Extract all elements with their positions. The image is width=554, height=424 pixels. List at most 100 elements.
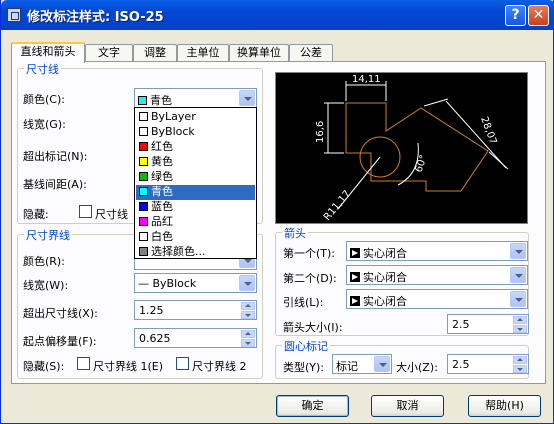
dim-color-select[interactable]: 青色 xyxy=(134,88,257,108)
chevron-down-icon[interactable] xyxy=(239,90,255,106)
tab-tolerances[interactable]: 公差 xyxy=(289,44,333,62)
tab-fit[interactable]: 调整 xyxy=(133,44,177,62)
arrow-size-label: 箭头大小(I): xyxy=(283,321,343,334)
arrow-leader-label: 引线(L): xyxy=(283,296,324,309)
arrow-first-value: 实心闭合 xyxy=(363,247,407,260)
dim-baseline-label: 基线间距(A): xyxy=(23,178,87,191)
color-swatch-icon xyxy=(139,112,148,121)
ext-lineweight-value: — ByBlock xyxy=(138,277,197,290)
color-option[interactable]: 青色 xyxy=(136,185,255,200)
chevron-down-icon[interactable] xyxy=(510,243,526,259)
color-option-label: 蓝色 xyxy=(151,200,173,213)
color-swatch-icon xyxy=(139,142,148,151)
ext-offset-value: 0.625 xyxy=(139,332,171,345)
center-type-label: 类型(Y): xyxy=(283,361,325,374)
color-option-label: ByBlock xyxy=(151,125,195,138)
app-icon xyxy=(7,8,21,22)
dim-extend-label: 超出标记(N): xyxy=(23,150,88,163)
color-option[interactable]: 蓝色 xyxy=(136,200,255,215)
ext-suppress-label: 隐藏(S): xyxy=(23,360,65,373)
color-option-label: ByLayer xyxy=(151,110,196,123)
ext-line1-checkbox-label: 尺寸界线 1(E) xyxy=(93,360,164,373)
spin-down-icon[interactable] xyxy=(241,339,255,347)
arrow-leader-select[interactable]: 实心闭合 xyxy=(346,289,528,309)
closed-arrow-icon xyxy=(350,248,360,258)
color-option[interactable]: 绿色 xyxy=(136,170,255,185)
center-size-label: 大小(Z): xyxy=(396,361,438,374)
spin-down-icon[interactable] xyxy=(513,365,527,373)
arrow-second-label: 第二个(D): xyxy=(283,272,337,285)
ext-color-label: 颜色(R): xyxy=(23,255,65,268)
color-option[interactable]: 选择颜色... xyxy=(136,245,255,260)
arrow-second-value: 实心闭合 xyxy=(363,271,407,284)
dim-line-checkbox-label: 尺寸线 xyxy=(95,208,128,221)
chevron-down-icon[interactable] xyxy=(510,267,526,283)
color-option-label: 选择颜色... xyxy=(151,245,206,258)
arrow-size-value: 2.5 xyxy=(452,318,470,331)
dialog-window: 修改标注样式: ISO-25 ? ✕ 直线和箭头 文字 调整 主单位 换算单位 … xyxy=(0,0,554,424)
spin-down-icon[interactable] xyxy=(241,311,255,319)
chevron-down-icon[interactable] xyxy=(374,356,390,372)
dim-line-checkbox[interactable] xyxy=(79,205,92,218)
ext-lineweight-label: 线宽(W): xyxy=(23,279,69,292)
color-option[interactable]: 白色 xyxy=(136,230,255,245)
color-option[interactable]: 黄色 xyxy=(136,155,255,170)
ext-line2-checkbox[interactable] xyxy=(176,357,189,370)
color-swatch-icon xyxy=(139,127,148,136)
spin-up-icon[interactable] xyxy=(241,302,255,310)
dim-color-value: 青色 xyxy=(150,94,172,107)
close-button[interactable]: ✕ xyxy=(528,5,549,26)
color-option[interactable]: 红色 xyxy=(136,140,255,155)
ext-lines-title: 尺寸界线 xyxy=(24,227,72,243)
arrow-second-select[interactable]: 实心闭合 xyxy=(346,265,528,285)
tab-alternate-units[interactable]: 换算单位 xyxy=(229,44,289,62)
color-swatch-icon xyxy=(139,217,148,226)
arrowheads-title: 箭头 xyxy=(282,225,308,241)
center-type-value: 标记 xyxy=(336,360,358,373)
color-option[interactable]: ByLayer xyxy=(136,110,255,125)
ok-button[interactable]: 确定 xyxy=(276,395,349,417)
title-bar[interactable]: 修改标注样式: ISO-25 ? ✕ xyxy=(1,0,554,30)
dim-lines-title: 尺寸线 xyxy=(24,61,61,77)
color-option-label: 白色 xyxy=(151,230,173,243)
color-option-label: 红色 xyxy=(151,140,173,153)
preview-dim-angle: 60° xyxy=(413,154,429,174)
chevron-down-icon[interactable] xyxy=(510,291,526,307)
color-option[interactable]: 品红 xyxy=(136,215,255,230)
color-swatch-icon xyxy=(139,172,148,181)
spin-down-icon[interactable] xyxy=(513,325,527,333)
spin-up-icon[interactable] xyxy=(241,330,255,338)
preview-dim-left: 16,6 xyxy=(315,121,326,143)
closed-arrow-icon xyxy=(350,272,360,282)
tab-text[interactable]: 文字 xyxy=(85,44,133,62)
dim-suppress-label: 隐藏: xyxy=(23,208,49,221)
ext-line1-checkbox[interactable] xyxy=(77,357,90,370)
tab-lines-arrows[interactable]: 直线和箭头 xyxy=(11,42,85,63)
color-swatch-icon xyxy=(139,202,148,211)
center-type-select[interactable]: 标记 xyxy=(332,354,392,374)
dim-lineweight-label: 线宽(G): xyxy=(23,118,66,131)
color-dropdown-list[interactable]: ByLayer ByBlock 红色黄色绿色 青色 蓝色品红 白色选择颜色... xyxy=(134,107,257,259)
ext-lineweight-select[interactable]: — ByBlock xyxy=(134,273,257,293)
color-option-label: 黄色 xyxy=(151,155,173,168)
tab-primary-units[interactable]: 主单位 xyxy=(177,44,229,62)
arrow-first-select[interactable]: 实心闭合 xyxy=(346,241,528,261)
ext-offset-spinner[interactable]: 0.625 xyxy=(134,328,257,348)
arrow-leader-value: 实心闭合 xyxy=(363,295,407,308)
ext-extend-spinner[interactable]: 1.25 xyxy=(134,300,257,320)
preview-dim-radius: R11,17 xyxy=(322,189,353,223)
color-swatch-icon xyxy=(139,232,148,241)
help-title-button[interactable]: ? xyxy=(505,5,526,26)
ext-extend-label: 超出尺寸线(X): xyxy=(23,307,98,320)
color-option[interactable]: ByBlock xyxy=(136,125,255,140)
spin-up-icon[interactable] xyxy=(513,316,527,324)
cyan-swatch-icon xyxy=(138,96,147,105)
ext-offset-label: 起点偏移量(F): xyxy=(23,335,97,348)
help-button[interactable]: 帮助(H) xyxy=(468,395,541,417)
chevron-down-icon[interactable] xyxy=(239,275,255,291)
arrow-size-spinner[interactable]: 2.5 xyxy=(447,314,529,334)
cancel-button[interactable]: 取消 xyxy=(371,395,444,417)
spin-up-icon[interactable] xyxy=(513,356,527,364)
color-swatch-icon xyxy=(139,247,148,256)
center-size-spinner[interactable]: 2.5 xyxy=(447,354,529,374)
